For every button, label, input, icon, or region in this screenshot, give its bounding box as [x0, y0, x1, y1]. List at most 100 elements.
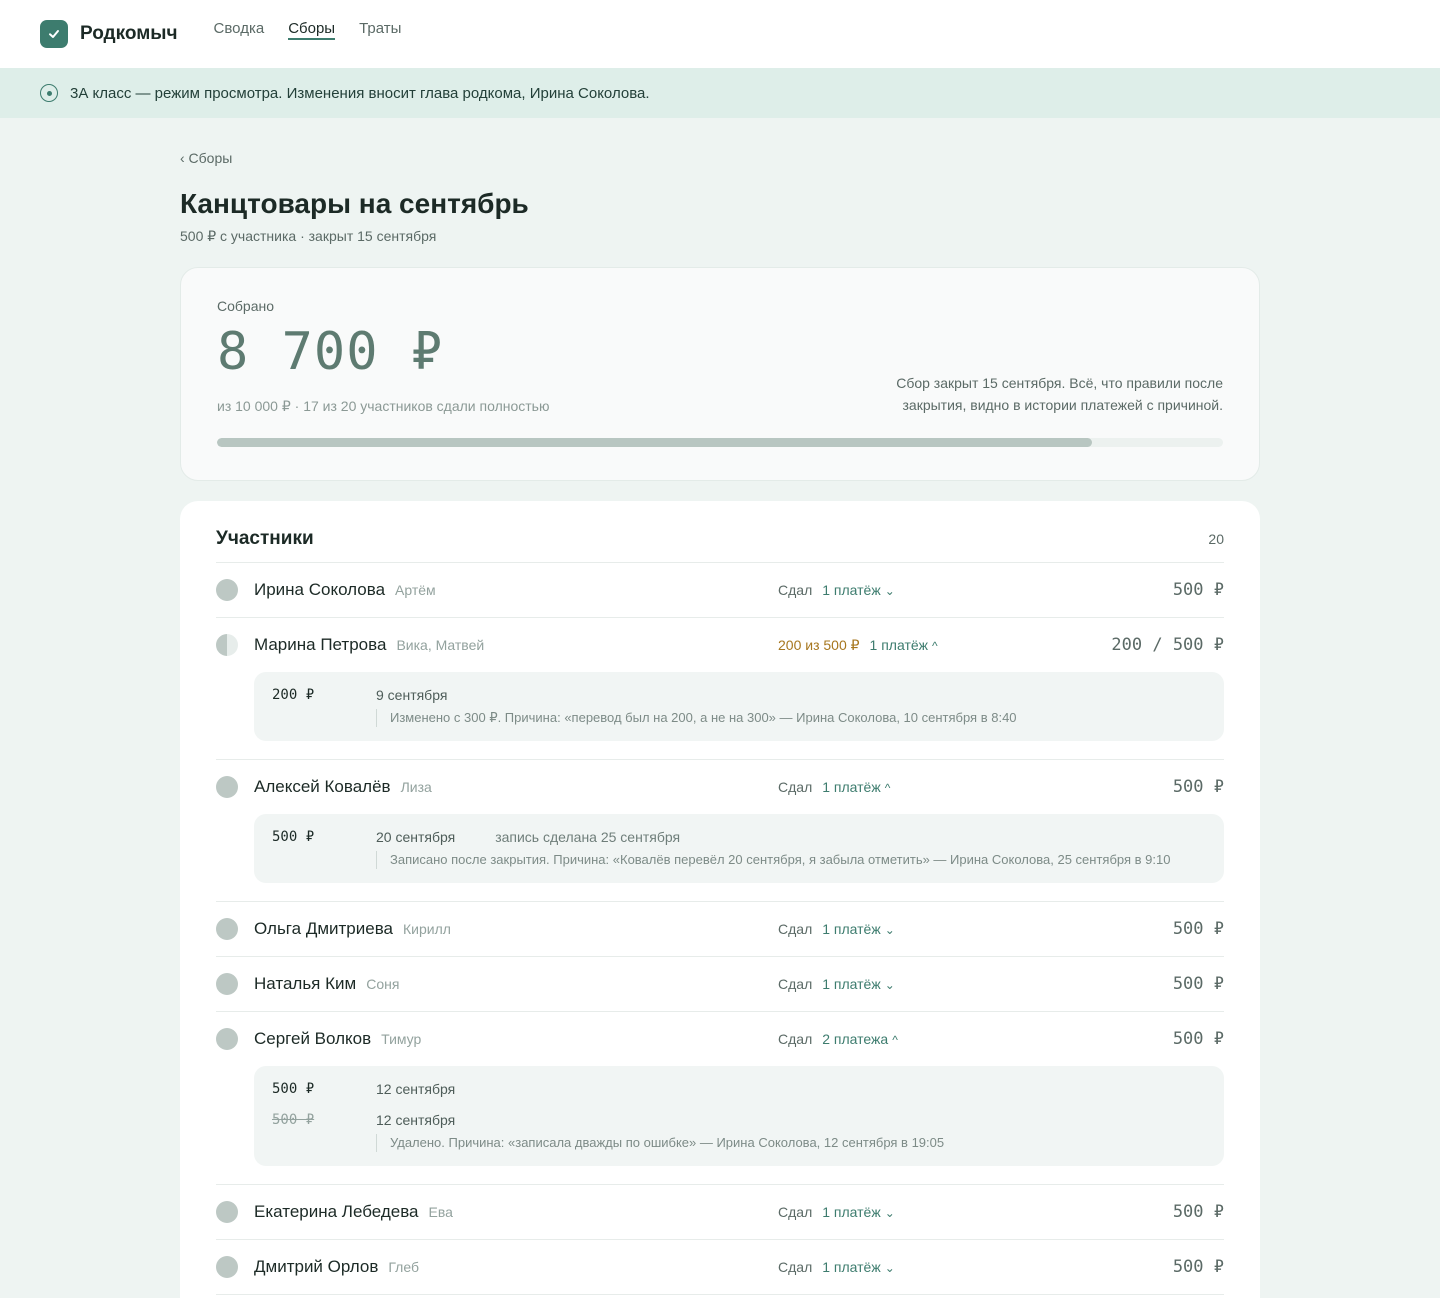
view-mode-icon — [40, 84, 58, 102]
payment-entry: 200 ₽ 9 сентября — [272, 684, 1206, 706]
participant-children: Соня — [366, 976, 400, 992]
payment-amount: 500 ₽ — [272, 1112, 315, 1128]
payment-status-dot — [216, 1028, 238, 1050]
participant-row-summary[interactable]: Екатерина Лебедева Ева Сдал 1 платёж ⌄ 500 ₽ — [216, 1185, 1224, 1239]
nav-item-collections[interactable]: Сборы — [288, 0, 335, 62]
payment-change-note: Удалено. Причина: «записала дважды по ош… — [376, 1134, 1206, 1152]
participant-amount: 500 ₽ — [1172, 1257, 1224, 1277]
chevron-up-icon: ^ — [932, 639, 938, 653]
payment-status-label: Сдал — [778, 1031, 813, 1047]
participant-amount: 500 ₽ — [1172, 777, 1224, 797]
payments-toggle-label: 1 платёж — [822, 582, 881, 598]
payment-status-label: Сдал — [778, 921, 813, 937]
payments-toggle-label: 1 платёж — [822, 976, 881, 992]
payments-toggle[interactable]: 1 платёж ^ — [822, 779, 890, 795]
brand-name: Родкомыч — [80, 23, 178, 44]
payment-change-note: Изменено с 300 ₽. Причина: «перевод был … — [376, 709, 1206, 727]
nav-item-summary[interactable]: Сводка — [214, 0, 265, 62]
payments-toggle-label: 1 платёж — [822, 779, 881, 795]
payment-status-dot — [216, 1201, 238, 1223]
payments-toggle[interactable]: 1 платёж ⌄ — [822, 1204, 895, 1220]
payment-date: 12 сентября — [376, 1112, 456, 1128]
participant-name: Ольга Дмитриева — [254, 919, 393, 938]
payment-amount: 500 ₽ — [272, 829, 315, 845]
payment-history: 500 ₽ 12 сентября 500 ₽ 12 сентября Удалено.… — [254, 1066, 1224, 1166]
participant-row: Наталья Ким Соня Сдал 1 платёж ⌄ 500 ₽ — [216, 957, 1224, 1012]
closed-note: Сбор закрыт 15 сентября. Всё, что правил… — [896, 375, 1223, 413]
collection-progress-fill — [217, 438, 1093, 447]
participant-name: Екатерина Лебедева — [254, 1202, 419, 1221]
participant-children: Вика, Матвей — [396, 637, 485, 653]
participant-row: Сергей Волков Тимур Сдал 2 платежа ^ 500 ₽500… — [216, 1012, 1224, 1185]
payment-status-label: Сдал — [778, 1204, 813, 1220]
participant-row-summary[interactable]: Ирина Соколова Артём Сдал 1 платёж ⌄ 500 ₽ — [216, 563, 1224, 617]
payment-history: 200 ₽ 9 сентября Изменено с 300 ₽. Причина… — [254, 672, 1224, 741]
payment-status: Сдал 1 платёж ⌄ — [778, 1259, 895, 1275]
participant-row-summary[interactable]: Марина Петрова Вика, Матвей 200 из 500 ₽ 1 … — [216, 618, 1224, 672]
payment-status-dot — [216, 918, 238, 940]
main-content: ‹ Сборы Канцтовары на сентябрь 500 ₽ с у… — [180, 118, 1260, 1298]
payments-toggle[interactable]: 1 платёж ⌄ — [822, 976, 895, 992]
participant-row-summary[interactable]: Дмитрий Орлов Глеб Сдал 1 платёж ⌄ 500 ₽ — [216, 1240, 1224, 1294]
payment-status-dot — [216, 634, 238, 656]
participant-children: Артём — [395, 582, 436, 598]
participant-row-summary[interactable]: Ольга Дмитриева Кирилл Сдал 1 платёж ⌄ 500 ₽ — [216, 902, 1224, 956]
payments-toggle-label: 1 платёж — [822, 921, 881, 937]
payment-status-label: 200 из 500 ₽ — [778, 636, 860, 653]
nav-item-expenses[interactable]: Траты — [359, 0, 401, 62]
payment-status-label: Сдал — [778, 582, 813, 598]
participant-name: Ирина Соколова — [254, 580, 386, 599]
collection-summary-card: Собрано 8 700 ₽ из 10 000 ₽ · 17 из 20 у… — [180, 267, 1260, 481]
page-subtitle: 500 ₽ с участника · закрыт 15 сентября — [180, 228, 437, 244]
payments-toggle-label: 1 платёж — [822, 1259, 881, 1275]
payments-toggle[interactable]: 1 платёж ⌄ — [822, 1259, 895, 1275]
participant-children: Глеб — [388, 1259, 419, 1275]
payments-toggle[interactable]: 2 платежа ^ — [822, 1031, 898, 1047]
payment-change-note: Записано после закрытия. Причина: «Ковал… — [376, 851, 1206, 869]
payment-status-label: Сдал — [778, 1259, 813, 1275]
chevron-up-icon: ^ — [884, 781, 891, 795]
payments-toggle[interactable]: 1 платёж ^ — [870, 637, 938, 653]
payments-toggle-label: 1 платёж — [822, 1204, 881, 1220]
payments-toggle[interactable]: 1 платёж ⌄ — [822, 582, 895, 598]
payments-toggle[interactable]: 1 платёж ⌄ — [822, 921, 895, 937]
participant-amount: 500 ₽ — [1172, 1202, 1224, 1222]
participants-title: Участники — [216, 527, 314, 549]
participant-row-summary[interactable]: Сергей Волков Тимур Сдал 2 платежа ^ 500 ₽ — [216, 1012, 1224, 1066]
participants-header: Участники 20 — [216, 501, 1224, 563]
payment-status: 200 из 500 ₽ 1 платёж ^ — [778, 637, 938, 654]
payment-status: Сдал 1 платёж ⌄ — [778, 921, 895, 937]
participant-children: Кирилл — [403, 921, 451, 937]
back-link[interactable]: ‹ Сборы — [180, 150, 1260, 168]
payment-status-label: Сдал — [778, 976, 813, 992]
payment-status-dot — [216, 973, 238, 995]
participant-name: Алексей Ковалёв — [254, 777, 391, 796]
top-bar: Родкомыч Сводка Сборы Траты — [0, 0, 1440, 68]
chevron-up-icon: ^ — [892, 1033, 898, 1047]
payments-toggle-label: 1 платёж — [869, 637, 929, 653]
payment-status: Сдал 1 платёж ⌄ — [778, 582, 895, 598]
chevron-down-icon: ⌄ — [884, 1206, 895, 1220]
payment-date: 20 сентября — [376, 829, 456, 845]
chevron-down-icon: ⌄ — [884, 978, 895, 992]
payment-status-dot — [216, 776, 238, 798]
participant-row-summary[interactable]: Наталья Ким Соня Сдал 1 платёж ⌄ 500 ₽ — [216, 957, 1224, 1011]
payment-record-date: запись сделана 25 сентября — [495, 829, 681, 845]
participant-row-summary[interactable]: Алексей Ковалёв Лиза Сдал 1 платёж ^ 500 ₽ — [216, 760, 1224, 814]
participant-name: Наталья Ким — [254, 974, 357, 993]
participant-amount: 500 ₽ — [1172, 580, 1224, 600]
participant-amount: 500 ₽ — [1172, 919, 1224, 939]
payment-amount: 500 ₽ — [272, 1081, 315, 1097]
participants-list: Ирина Соколова Артём Сдал 1 платёж ⌄ 500 ₽ Мар… — [216, 563, 1224, 1295]
view-mode-banner: 3А класс — режим просмотра. Изменения вн… — [0, 68, 1440, 118]
main-nav: Сводка Сборы Траты — [214, 0, 426, 68]
collection-progress-bar — [217, 438, 1223, 447]
chevron-down-icon: ⌄ — [884, 923, 895, 937]
chevron-down-icon: ⌄ — [884, 1261, 895, 1275]
participant-row: Екатерина Лебедева Ева Сдал 1 платёж ⌄ 500 ₽ — [216, 1185, 1224, 1240]
payment-amount: 200 ₽ — [272, 687, 315, 703]
payment-date: 12 сентября — [376, 1081, 456, 1097]
participant-row: Ольга Дмитриева Кирилл Сдал 1 платёж ⌄ 500 ₽ — [216, 902, 1224, 957]
payment-status: Сдал 1 платёж ⌄ — [778, 1204, 895, 1220]
payment-status-dot — [216, 1256, 238, 1278]
